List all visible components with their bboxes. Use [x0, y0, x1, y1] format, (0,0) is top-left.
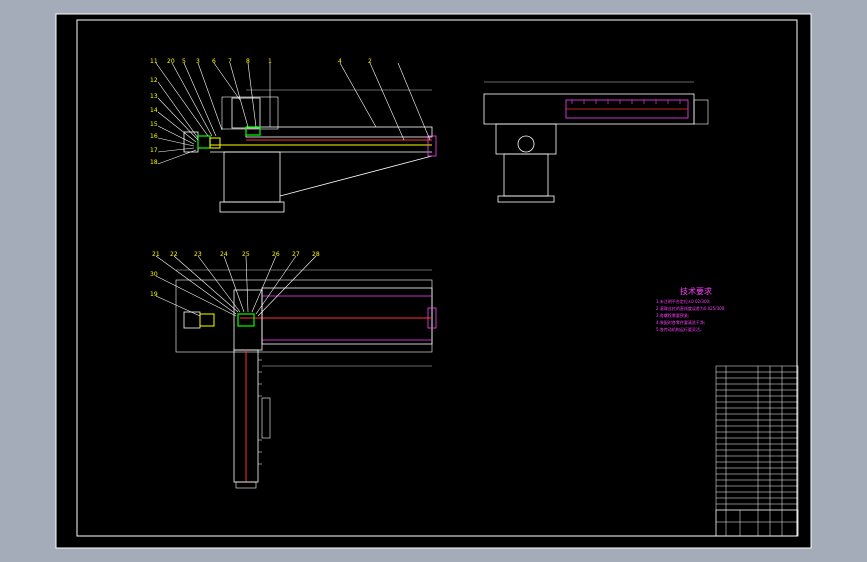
balloon-front: 3	[196, 58, 200, 65]
balloon-front-left: 16	[150, 133, 158, 140]
balloon-plan: 26	[272, 251, 280, 258]
tech-requirements-title: 技术要求	[680, 286, 712, 296]
balloon-plan: 22	[170, 251, 178, 258]
balloon-front: 4	[338, 58, 342, 65]
balloon-plan: 28	[312, 251, 320, 258]
balloon-plan-left: 30	[150, 271, 158, 278]
balloon-plan: 24	[220, 251, 228, 258]
tech-requirement-line: 5.各传动机构运行要灵活。	[656, 326, 704, 332]
balloon-plan: 25	[242, 251, 250, 258]
drawing-paper	[55, 13, 812, 549]
balloon-plan: 23	[194, 251, 202, 258]
balloon-front: 6	[212, 58, 216, 65]
balloon-front-left: 14	[150, 107, 158, 114]
tech-requirement-line: 2.滚珠丝杠的直线度误差为0.025/300;	[656, 305, 726, 311]
tech-requirement-line: 4.装配时各零件要清洗干净;	[656, 319, 705, 325]
balloon-front-left: 15	[150, 121, 158, 128]
cad-drawing-canvas: 11 20 5 3 6 7 8 1 4 2 12 13 14 15 16 17 …	[55, 13, 812, 549]
balloon-front: 5	[182, 58, 186, 65]
balloon-plan: 21	[152, 251, 160, 258]
balloon-front-left: 17	[150, 147, 158, 154]
balloon-plan: 27	[292, 251, 300, 258]
balloon-front: 11	[150, 58, 158, 65]
balloon-front-left: 12	[150, 77, 158, 84]
balloon-plan-left: 19	[150, 291, 158, 298]
balloon-front: 7	[228, 58, 232, 65]
balloon-front-left: 13	[150, 93, 158, 100]
tech-requirement-line: 1.未注明平台定位±0.02/300;	[656, 298, 710, 304]
balloon-front: 1	[268, 58, 272, 65]
balloon-front: 8	[246, 58, 250, 65]
balloon-front-left: 18	[150, 159, 158, 166]
tech-requirement-line: 3.各螺栓需要预紧;	[656, 312, 689, 318]
balloon-front: 2	[368, 58, 372, 65]
balloon-front: 20	[167, 58, 175, 65]
